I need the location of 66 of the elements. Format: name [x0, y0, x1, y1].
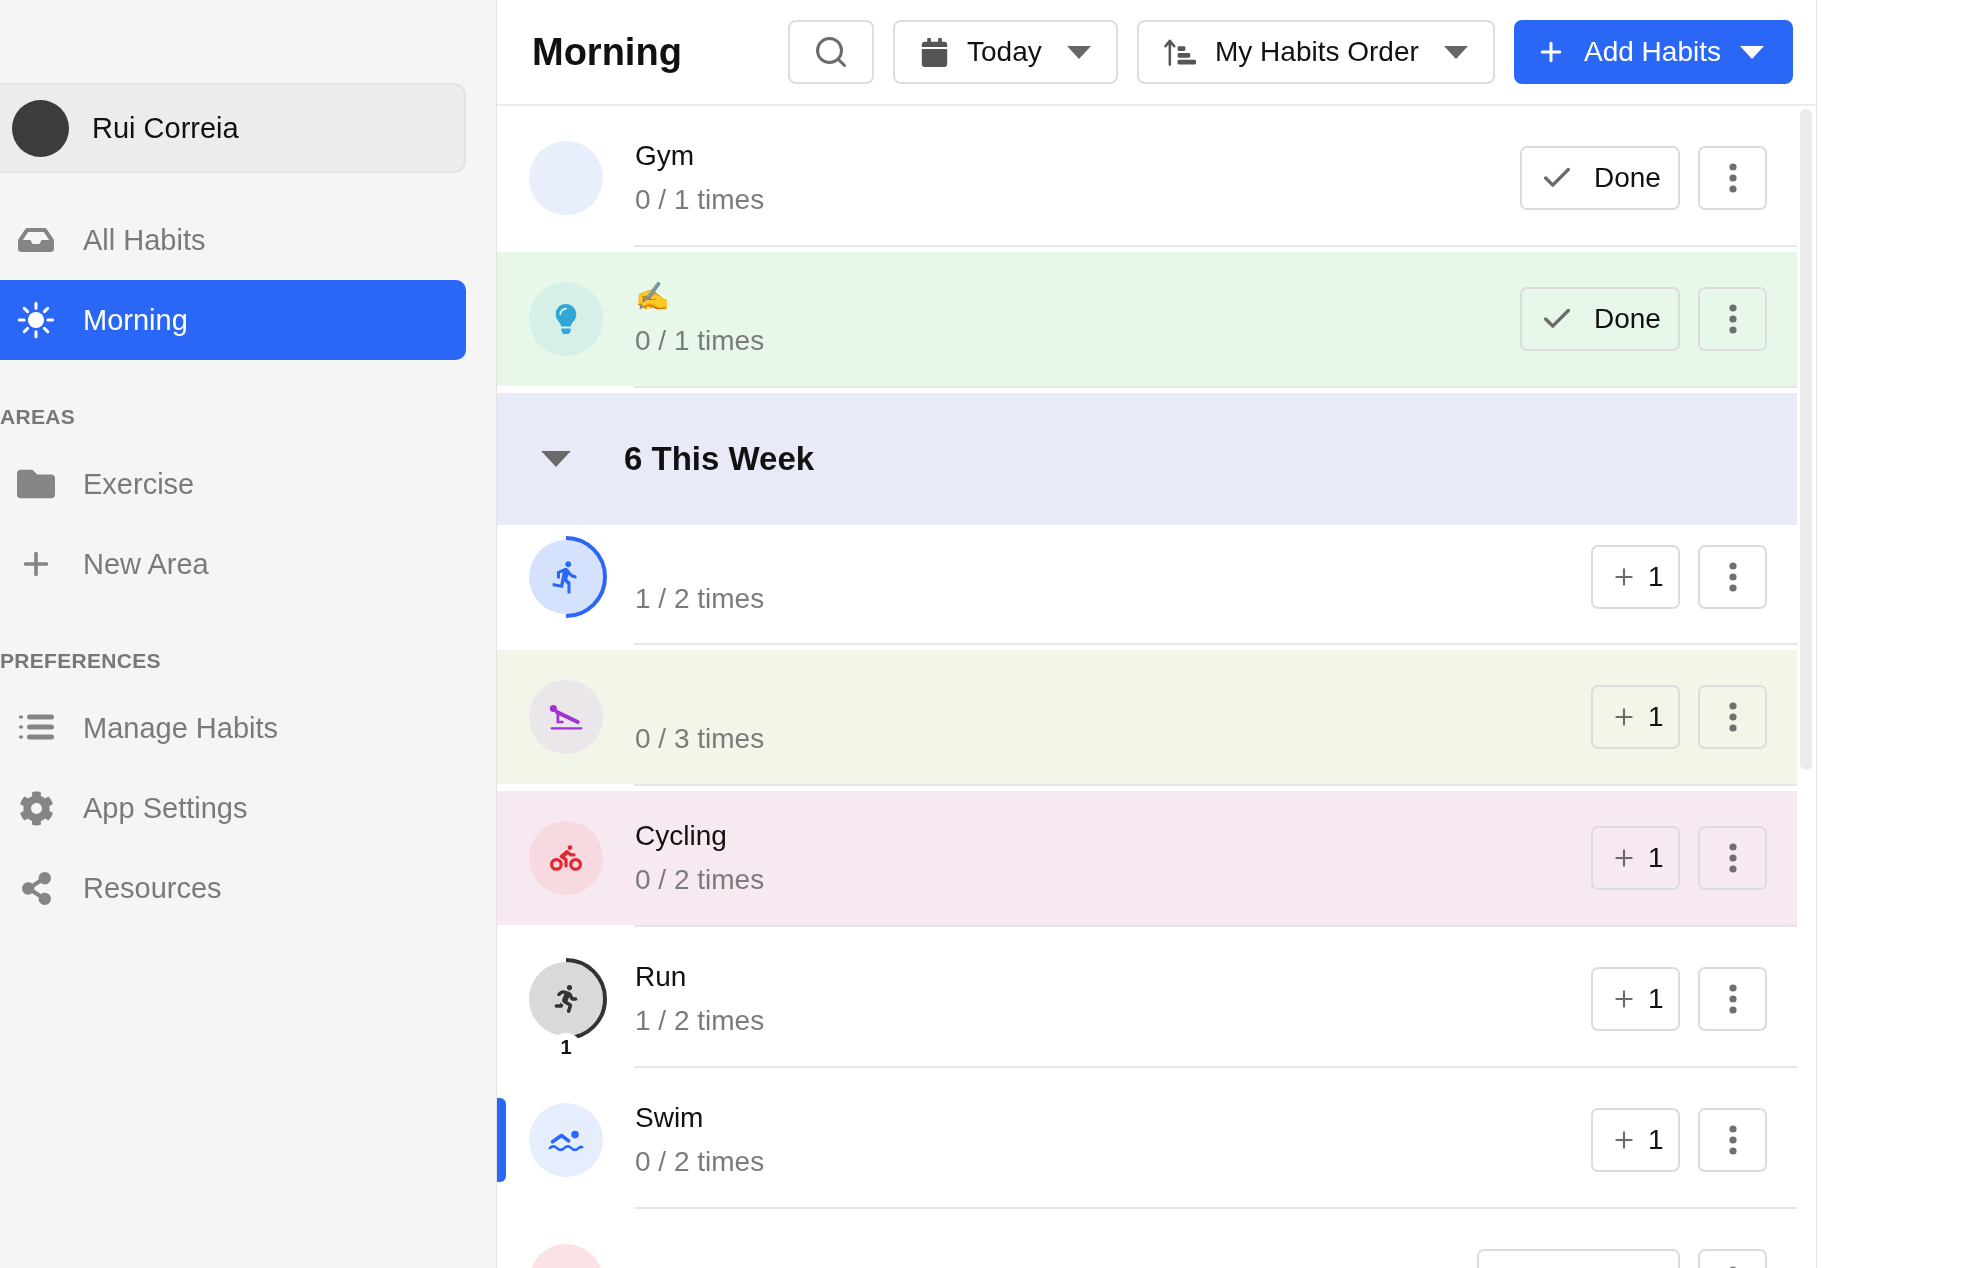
calendar-icon	[920, 37, 949, 67]
section-heading: AREAS	[0, 404, 75, 430]
done-button[interactable]: Done	[1520, 146, 1680, 210]
avatar	[12, 99, 69, 157]
habit-progress: 0 / 1 times	[635, 324, 765, 358]
habit-title: Run	[635, 960, 687, 994]
increment-button[interactable]: 1	[1591, 826, 1680, 890]
habit-row[interactable]: Cycling 0 / 2 times 1	[497, 791, 1797, 925]
nav-item[interactable]: Morning	[0, 280, 466, 360]
nav-item[interactable]: New Area	[0, 524, 466, 604]
more-button[interactable]	[1698, 146, 1767, 210]
group-label: 6 This Week	[624, 440, 815, 478]
add-habits-button[interactable]: Add Habits	[1514, 20, 1793, 84]
nav-item[interactable]: Exercise	[0, 444, 466, 524]
sort-icon	[1164, 37, 1197, 67]
more-button[interactable]	[1698, 287, 1767, 351]
habit-row[interactable]: ✍ 0 / 1 times Done	[497, 252, 1797, 386]
caret-down-icon	[1067, 45, 1091, 59]
profile-card[interactable]: Rui Correia	[0, 83, 466, 173]
habit-progress: 0 / 2 times	[635, 1145, 765, 1179]
vertical-dots-icon	[1728, 304, 1737, 334]
habit-title: ✍	[635, 280, 670, 314]
vertical-dots-icon	[1728, 843, 1737, 873]
increment-button[interactable]: 1	[1591, 685, 1680, 749]
section-heading: PREFERENCES	[0, 648, 161, 674]
sun-icon	[17, 301, 55, 339]
more-button[interactable]	[1698, 685, 1767, 749]
date-filter-dropdown[interactable]: Today	[893, 20, 1118, 84]
increment-button[interactable]: 1	[1591, 544, 1680, 609]
search-button[interactable]	[788, 20, 874, 84]
habit-title: Gym	[635, 139, 695, 173]
sort-dropdown[interactable]: My Habits Order	[1137, 20, 1495, 84]
vertical-dots-icon	[1728, 1125, 1737, 1155]
done-button[interactable]: Done	[1520, 287, 1680, 351]
habit-progress: 1 / 2 times	[635, 1004, 765, 1038]
nav-item[interactable]: Manage Habits	[0, 688, 466, 768]
caret-down-icon	[540, 451, 572, 467]
caret-down-icon	[1444, 45, 1468, 59]
more-button[interactable]	[1698, 967, 1767, 1031]
more-button[interactable]	[1698, 1108, 1767, 1172]
habit-title: Cycling	[635, 819, 727, 853]
caret-down-icon	[1740, 45, 1764, 59]
share-icon	[19, 871, 53, 905]
more-button[interactable]	[1698, 826, 1767, 890]
habit-row[interactable]: 0 / 3 times 1	[497, 650, 1797, 784]
vertical-dots-icon	[1728, 702, 1737, 732]
habit-progress: 0 / 2 times	[635, 863, 765, 897]
habit-progress: 1 / 2 times	[635, 581, 765, 616]
list-icon	[18, 714, 54, 742]
nav-item[interactable]: Resources	[0, 848, 466, 928]
vertical-dots-icon	[1728, 561, 1737, 592]
nav-item[interactable]: All Habits	[0, 200, 466, 280]
habit-progress: 0 / 1 times	[635, 183, 765, 217]
gear-icon	[18, 790, 54, 826]
vertical-dots-icon	[1728, 984, 1737, 1014]
increment-button[interactable]: 1	[1591, 1108, 1680, 1172]
group-header[interactable]: 6 This Week	[497, 393, 1797, 525]
habit-progress: 0 / 3 times	[635, 722, 765, 756]
nav-item[interactable]: App Settings	[0, 768, 466, 848]
more-button[interactable]	[1698, 544, 1767, 609]
increment-button[interactable]: 1	[1591, 967, 1680, 1031]
page-title: Morning	[532, 30, 682, 74]
vertical-dots-icon	[1728, 163, 1737, 193]
habit-title: Swim	[635, 1101, 704, 1135]
search-icon	[813, 34, 849, 70]
profile-name: Rui Correia	[92, 111, 239, 145]
